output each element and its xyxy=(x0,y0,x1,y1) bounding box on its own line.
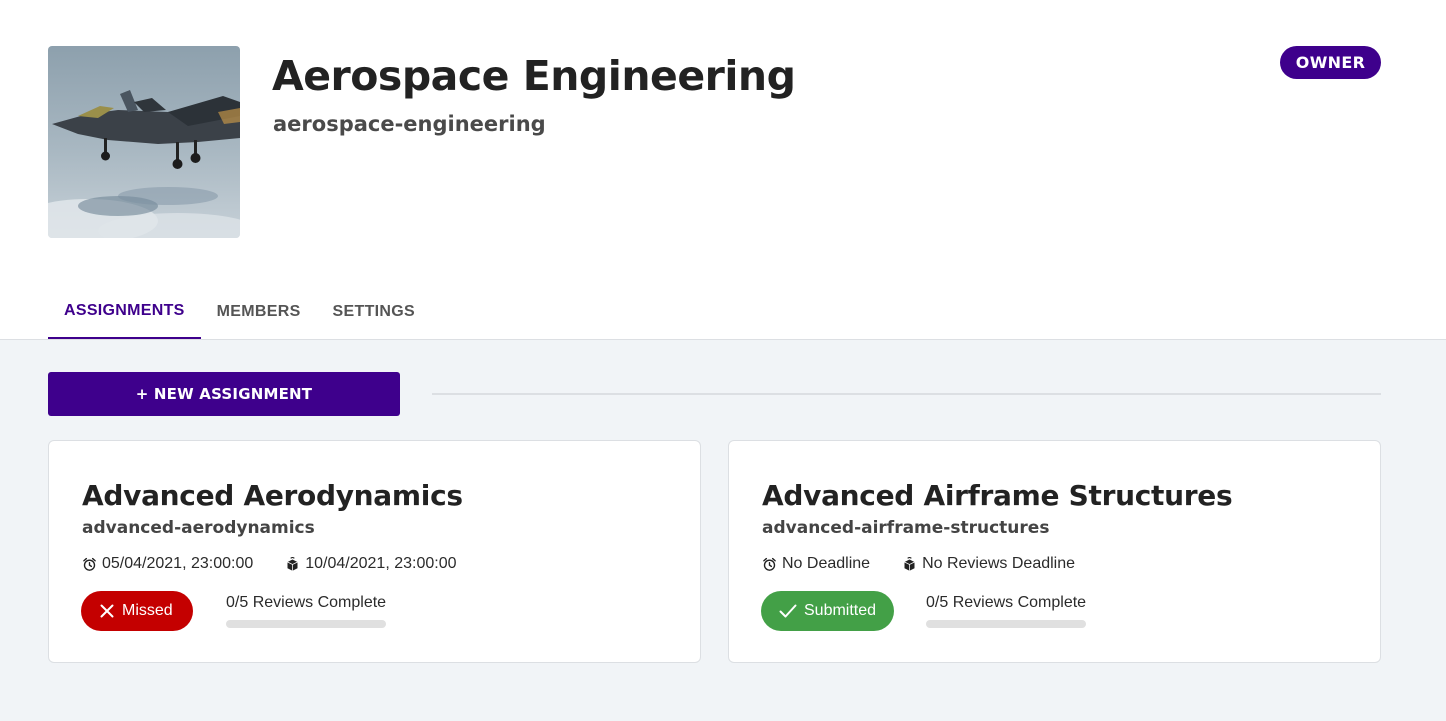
course-title: Aerospace Engineering xyxy=(272,52,796,100)
review-deadline: 10/04/2021, 23:00:00 xyxy=(285,555,457,573)
assignment-slug: advanced-airframe-structures xyxy=(762,518,1050,538)
check-icon xyxy=(779,604,797,618)
status-badge-submitted: Submitted xyxy=(761,591,894,631)
review-deadline: No Reviews Deadline xyxy=(902,555,1075,573)
role-badge: OWNER xyxy=(1280,46,1381,79)
reviews-progress-bar xyxy=(926,620,1086,628)
assignment-card[interactable]: Advanced Airframe Structures advanced-ai… xyxy=(728,440,1381,663)
assignment-title[interactable]: Advanced Airframe Structures xyxy=(762,479,1233,512)
deadline-text: 05/04/2021, 23:00:00 xyxy=(102,555,254,572)
assignment-title[interactable]: Advanced Aerodynamics xyxy=(82,479,463,512)
tab-settings[interactable]: SETTINGS xyxy=(317,284,431,339)
course-image xyxy=(48,46,240,238)
course-tabs: ASSIGNMENTS MEMBERS SETTINGS xyxy=(48,284,431,340)
submission-deadline: 05/04/2021, 23:00:00 xyxy=(82,555,253,573)
status-text: Missed xyxy=(122,602,173,619)
review-box-icon xyxy=(904,556,915,571)
tab-assignments[interactable]: ASSIGNMENTS xyxy=(48,284,201,339)
status-text: Submitted xyxy=(804,602,877,619)
course-slug: aerospace-engineering xyxy=(273,112,546,136)
assignment-deadlines: 05/04/2021, 23:00:00 10/04/2021, 23:00:0… xyxy=(82,555,457,573)
alarm-clock-icon xyxy=(83,557,96,571)
assignment-card[interactable]: Advanced Aerodynamics advanced-aerodynam… xyxy=(48,440,701,663)
status-badge-missed: Missed xyxy=(81,591,193,631)
review-deadline-text: 10/04/2021, 23:00:00 xyxy=(305,555,457,572)
reviews-progress-bar xyxy=(226,620,386,628)
alarm-clock-icon xyxy=(763,557,776,571)
assignment-deadlines: No Deadline No Reviews Deadline xyxy=(762,555,1075,573)
review-box-icon xyxy=(287,556,298,571)
review-deadline-text: No Reviews Deadline xyxy=(922,555,1076,572)
reviews-progress-label: 0/5 Reviews Complete xyxy=(926,594,1087,611)
course-header: Aerospace Engineering aerospace-engineer… xyxy=(0,0,1446,340)
tab-members[interactable]: MEMBERS xyxy=(201,284,317,339)
assignment-slug: advanced-aerodynamics xyxy=(82,518,315,538)
reviews-progress-label: 0/5 Reviews Complete xyxy=(226,594,387,611)
deadline-text: No Deadline xyxy=(782,555,871,572)
close-icon xyxy=(100,604,114,618)
reviews-progress: 0/5 Reviews Complete xyxy=(226,594,386,628)
divider xyxy=(432,393,1381,395)
new-assignment-button[interactable]: + NEW ASSIGNMENT xyxy=(48,372,400,416)
reviews-progress: 0/5 Reviews Complete xyxy=(926,594,1086,628)
submission-deadline: No Deadline xyxy=(762,555,870,573)
